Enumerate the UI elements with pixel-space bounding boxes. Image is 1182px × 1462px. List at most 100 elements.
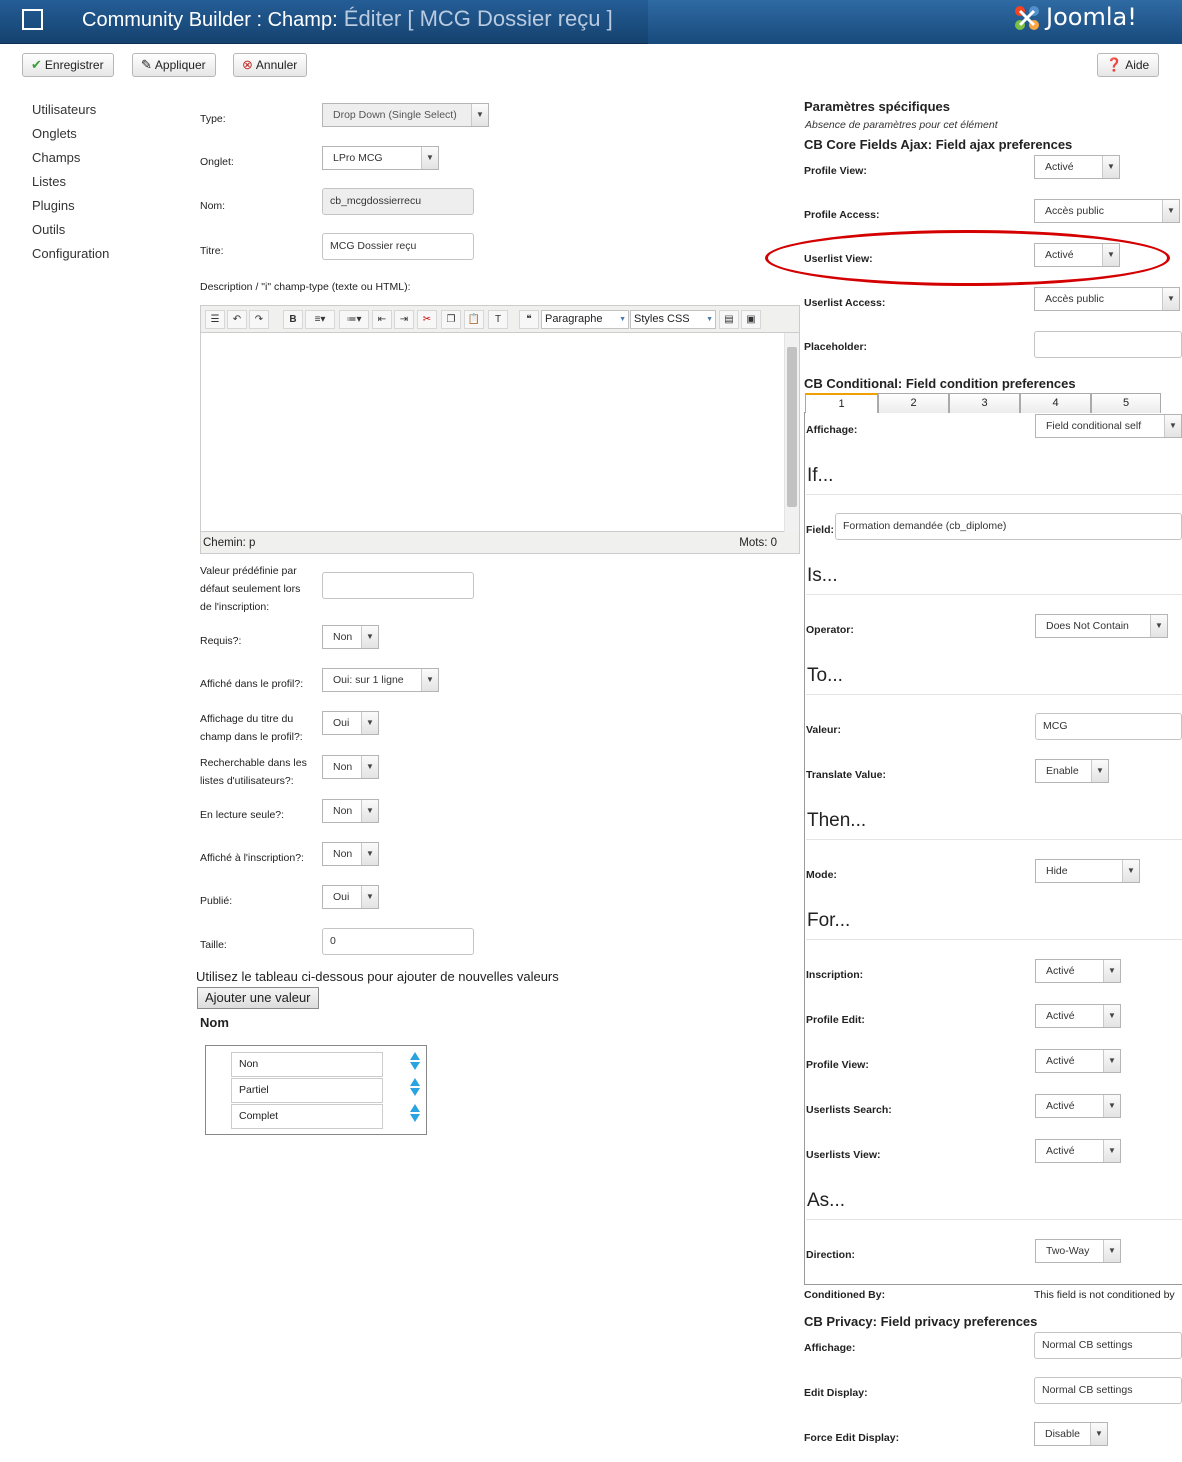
title-field[interactable]: MCG Dossier reçu (322, 233, 474, 260)
values-table: Non Partiel Complet (205, 1045, 427, 1135)
field-input[interactable]: Formation demandée (cb_diplome) (835, 513, 1182, 540)
cancel-icon: ⊗ (242, 57, 253, 72)
title-profile-label-2: champ dans le profil?: (200, 731, 303, 743)
chevron-down-icon: ▼ (1103, 960, 1120, 982)
type-select[interactable]: Drop Down (Single Select) ▼ (322, 103, 489, 127)
force-edit-display-label: Force Edit Display: (804, 1432, 900, 1444)
readonly-select[interactable]: Non ▼ (322, 799, 379, 823)
undo-icon[interactable]: ↶ (227, 310, 247, 329)
userlists-search-value: Activé (1046, 1100, 1075, 1112)
tab-5[interactable]: 5 (1091, 393, 1161, 413)
direction-select[interactable]: Two-Way ▼ (1035, 1239, 1121, 1263)
format-select[interactable]: Paragraphe ▼ (541, 310, 629, 329)
default-value-field[interactable] (322, 572, 474, 599)
copy-icon[interactable]: ❐ (441, 310, 461, 329)
force-edit-display-select[interactable]: Disable ▼ (1034, 1422, 1108, 1446)
styles-value: Styles CSS (634, 313, 690, 325)
save-button[interactable]: ✔ Enregistrer (22, 53, 114, 77)
redo-icon[interactable]: ↷ (249, 310, 269, 329)
placeholder-field[interactable] (1034, 331, 1182, 358)
bold-icon[interactable]: B (283, 310, 303, 329)
bullet-list-icon[interactable]: ≔▾ (339, 310, 369, 329)
searchable-select[interactable]: Non ▼ (322, 755, 379, 779)
tab-2[interactable]: 2 (878, 393, 949, 413)
nav-item-configuration[interactable]: Configuration (32, 244, 109, 268)
title-profile-select[interactable]: Oui ▼ (322, 711, 379, 735)
scroll-thumb[interactable] (787, 347, 797, 507)
affichage-select[interactable]: Field conditional self ▼ (1035, 414, 1182, 438)
profile-access-select[interactable]: Accès public ▼ (1034, 199, 1180, 223)
nav-item-tabs[interactable]: Onglets (32, 124, 109, 148)
published-value: Oui (333, 891, 350, 903)
userlists-search-select[interactable]: Activé ▼ (1035, 1094, 1121, 1118)
valeur-input[interactable]: MCG (1035, 713, 1182, 740)
reorder-arrows-icon[interactable] (410, 1078, 420, 1096)
userlist-access-select[interactable]: Accès public ▼ (1034, 287, 1180, 311)
profile-edit-select[interactable]: Activé ▼ (1035, 1004, 1121, 1028)
apply-label: Appliquer (154, 58, 206, 72)
apply-button[interactable]: ✎ Appliquer (132, 53, 216, 77)
inscription-select[interactable]: Activé ▼ (1035, 959, 1121, 983)
value-row-input[interactable]: Non (231, 1052, 383, 1077)
editor-scrollbar[interactable] (784, 333, 799, 532)
reorder-arrows-icon[interactable] (410, 1052, 420, 1070)
valeur-label: Valeur: (806, 724, 842, 736)
add-value-button[interactable]: Ajouter une valeur (197, 987, 319, 1009)
affichage-label: Affichage: (806, 424, 858, 436)
userlists-view-select[interactable]: Activé ▼ (1035, 1139, 1121, 1163)
left-nav: Utilisateurs Onglets Champs Listes Plugi… (32, 100, 109, 268)
tab-4[interactable]: 4 (1020, 393, 1091, 413)
operator-select[interactable]: Does Not Contain ▼ (1035, 614, 1168, 638)
type-value: Drop Down (Single Select) (333, 109, 457, 121)
nav-item-plugins[interactable]: Plugins (32, 196, 109, 220)
value-row-input[interactable]: Complet (231, 1104, 383, 1129)
help-button[interactable]: ❓ Aide (1097, 53, 1160, 77)
mode-select[interactable]: Hide ▼ (1035, 859, 1140, 883)
ordered-list-icon[interactable]: ≡▾ (305, 310, 335, 329)
registration-select[interactable]: Non ▼ (322, 842, 379, 866)
privacy-affichage-select[interactable]: Normal CB settings (1034, 1332, 1182, 1359)
translate-value-select[interactable]: Enable ▼ (1035, 759, 1109, 783)
blockquote-icon[interactable]: ❝ (519, 310, 539, 329)
source-icon[interactable]: ☰ (205, 310, 225, 329)
edit-display-select[interactable]: Normal CB settings (1034, 1377, 1182, 1404)
nav-item-fields[interactable]: Champs (32, 148, 109, 172)
tab-select[interactable]: LPro MCG ▼ (322, 146, 439, 170)
reorder-arrows-icon[interactable] (410, 1104, 420, 1122)
paste-text-icon[interactable]: T (488, 310, 508, 329)
nav-item-lists[interactable]: Listes (32, 172, 109, 196)
profile-view-select[interactable]: Activé ▼ (1034, 155, 1120, 179)
toolbar: ✔ Enregistrer ✎ Appliquer ⊗ Annuler ❓ Aide (0, 45, 1182, 89)
menu-checkbox-icon[interactable] (22, 9, 43, 30)
outdent-icon[interactable]: ⇤ (372, 310, 392, 329)
indent-icon[interactable]: ⇥ (394, 310, 414, 329)
inscription-label: Inscription: (806, 969, 864, 981)
editor-content[interactable] (201, 333, 799, 532)
chevron-down-icon: ▼ (1122, 860, 1139, 882)
chevron-down-icon: ▼ (1162, 200, 1179, 222)
tab-3[interactable]: 3 (949, 393, 1020, 413)
userlists-search-label: Userlists Search: (806, 1104, 892, 1116)
size-label: Taille: (200, 939, 227, 951)
nav-item-users[interactable]: Utilisateurs (32, 100, 109, 124)
paste-icon[interactable]: 📋 (464, 310, 484, 329)
value-row-input[interactable]: Partiel (231, 1078, 383, 1103)
divider (806, 1219, 1182, 1220)
name-field[interactable]: cb_mcgdossierrecu (322, 188, 474, 215)
profile-view-cond-select[interactable]: Activé ▼ (1035, 1049, 1121, 1073)
styles-select[interactable]: Styles CSS ▼ (630, 310, 716, 329)
cut-icon[interactable]: ✂ (417, 310, 437, 329)
cancel-button[interactable]: ⊗ Annuler (233, 53, 308, 77)
searchable-label-1: Recherchable dans les (200, 757, 307, 769)
image-icon[interactable]: ▣ (741, 310, 761, 329)
joomla-logo[interactable]: Joomla! (1012, 3, 1162, 37)
chevron-down-icon: ▼ (1103, 1095, 1120, 1117)
document-icon[interactable]: ▤ (719, 310, 739, 329)
conditioned-by-label: Conditioned By: (804, 1289, 886, 1301)
nav-item-tools[interactable]: Outils (32, 220, 109, 244)
required-select[interactable]: Non ▼ (322, 625, 379, 649)
size-field[interactable]: 0 (322, 928, 474, 955)
published-select[interactable]: Oui ▼ (322, 885, 379, 909)
tab-1[interactable]: 1 (805, 393, 878, 413)
profile-display-select[interactable]: Oui: sur 1 ligne ▼ (322, 668, 439, 692)
